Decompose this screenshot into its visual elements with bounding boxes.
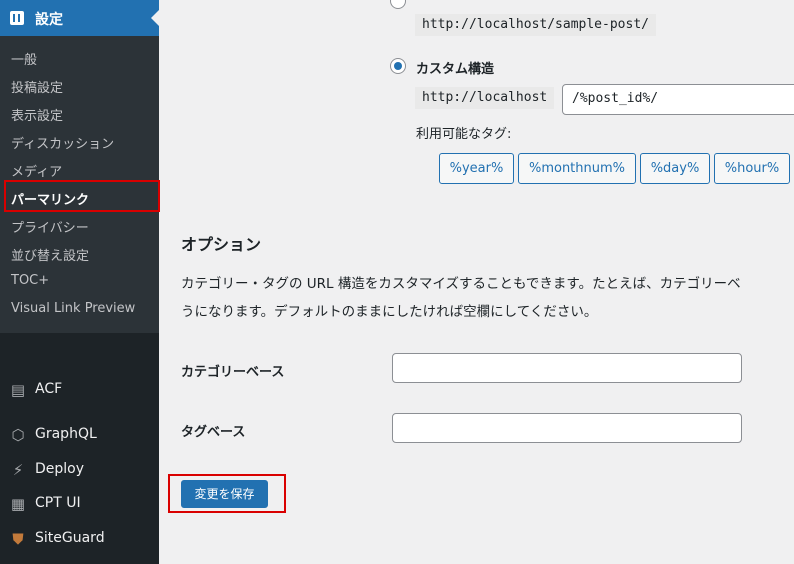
highlight-box-save [168, 474, 286, 513]
category-base-label: カテゴリーベース [181, 365, 285, 380]
admin-sidebar: 設定 一般 投稿設定 表示設定 ディスカッション メディア パーマリンク プライ… [0, 0, 159, 564]
tag-button-day[interactable]: %day% [640, 153, 710, 184]
category-base-input[interactable] [392, 353, 742, 383]
submenu-item-writing[interactable]: 投稿設定 [11, 77, 63, 96]
sidebar-item-settings[interactable]: 設定 [0, 0, 159, 36]
tag-button-monthnum[interactable]: %monthnum% [518, 153, 636, 184]
current-menu-arrow [151, 10, 159, 26]
permalink-radio-post-name[interactable] [390, 0, 406, 9]
available-tags-label: 利用可能なタグ: [416, 127, 512, 142]
custom-structure-value: /%post_id%/ [572, 91, 659, 106]
settings-icon [10, 11, 24, 25]
submenu-item-toc-plus[interactable]: TOC+ [11, 273, 49, 288]
permalink-example-code: http://localhost/sample-post/ [415, 14, 656, 36]
tag-button-hour[interactable]: %hour% [714, 153, 790, 184]
deploy-icon: ⚡ [12, 461, 24, 479]
base-url-code: http://localhost [415, 87, 555, 109]
sidebar-item-label: Deploy [35, 461, 85, 477]
submenu-item-visual-link-preview[interactable]: Visual Link Preview [11, 301, 135, 316]
options-heading: オプション [181, 235, 262, 254]
graphql-icon: ⬡ [11, 426, 25, 444]
sidebar-item-settings-label: 設定 [35, 12, 63, 28]
submenu-item-discussion[interactable]: ディスカッション [11, 133, 114, 152]
submenu-item-general[interactable]: 一般 [11, 49, 37, 68]
tag-base-label: タグベース [181, 425, 246, 440]
sidebar-item-cpt-ui[interactable]: ▦ CPT UI [9, 492, 159, 516]
custom-structure-label: カスタム構造 [416, 62, 495, 77]
sidebar-item-label: GraphQL [35, 426, 97, 442]
options-description-line1: カテゴリー・タグの URL 構造をカスタマイズすることもできます。たとえば、カテ… [181, 276, 741, 292]
submenu-item-privacy[interactable]: プライバシー [11, 217, 89, 236]
tag-base-input[interactable] [392, 413, 742, 443]
sidebar-item-deploy[interactable]: ⚡ Deploy [9, 458, 159, 482]
sidebar-item-label: SiteGuard [35, 530, 105, 546]
sidebar-item-graphql[interactable]: ⬡ GraphQL [9, 423, 159, 447]
sidebar-item-label: ACF [35, 381, 63, 397]
sidebar-item-siteguard[interactable]: ⛊ SiteGuard [9, 527, 159, 551]
tag-button-year[interactable]: %year% [439, 153, 514, 184]
custom-structure-input[interactable]: /%post_id%/ [562, 84, 794, 115]
sidebar-item-acf[interactable]: ▤ ACF [9, 378, 159, 402]
acf-icon: ▤ [10, 381, 26, 399]
submenu-item-reorder[interactable]: 並び替え設定 [11, 245, 89, 264]
submenu-item-media[interactable]: メディア [11, 161, 62, 180]
options-description-line2: うになります。デフォルトのままにしたければ空欄にしてください。 [181, 304, 598, 320]
highlight-box-permalinks [4, 180, 160, 212]
permalink-radio-custom[interactable] [390, 58, 406, 74]
submenu-item-reading[interactable]: 表示設定 [11, 105, 63, 124]
siteguard-icon: ⛊ [12, 530, 24, 548]
cpt-ui-icon: ▦ [10, 495, 26, 513]
sidebar-item-label: CPT UI [35, 495, 81, 511]
